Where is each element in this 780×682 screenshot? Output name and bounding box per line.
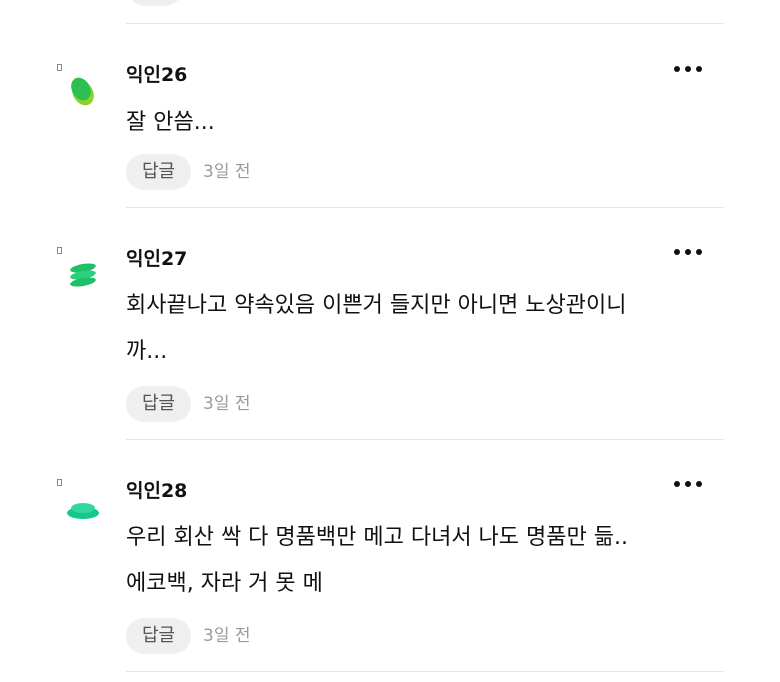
more-options-button[interactable] [672,61,704,77]
comment-time: 3일 전 [203,162,251,182]
previous-reply-button[interactable] [126,0,184,6]
teal-disc-avatar-icon [67,503,99,519]
comment-text: 회사끝나고 약속있음 이쁜거 들지만 아니면 노상관이니 까... [126,293,627,364]
green-stack-avatar-icon [70,263,96,287]
divider [126,23,724,24]
dot-icon [685,66,691,72]
dot-icon [696,66,702,72]
comment-author: 익인28 [126,480,188,502]
broken-image-icon [57,479,62,486]
divider [126,671,724,672]
dot-icon [696,249,702,255]
reply-button[interactable]: 답글 [126,386,192,422]
comment-time: 3일 전 [203,394,251,414]
comment-author: 익인27 [126,248,188,270]
broken-image-icon [57,64,62,71]
reply-button[interactable]: 답글 [126,618,192,654]
dot-icon [674,249,680,255]
reply-button[interactable]: 답글 [126,154,192,190]
comment-author: 익인26 [126,64,188,86]
dot-icon [696,481,702,487]
dot-icon [685,249,691,255]
comment-text: 잘 안씀... [126,110,215,135]
more-options-button[interactable] [672,244,704,260]
divider [126,439,724,440]
green-blob-avatar-icon [71,77,94,106]
dot-icon [674,66,680,72]
comment-text: 우리 회산 싹 다 명품백만 메고 다녀서 나도 명품만 듦.. 에코백, 자라… [126,525,628,596]
dot-icon [685,481,691,487]
more-options-button[interactable] [672,476,704,492]
divider [126,207,724,208]
comment-time: 3일 전 [203,626,251,646]
broken-image-icon [57,247,62,254]
dot-icon [674,481,680,487]
